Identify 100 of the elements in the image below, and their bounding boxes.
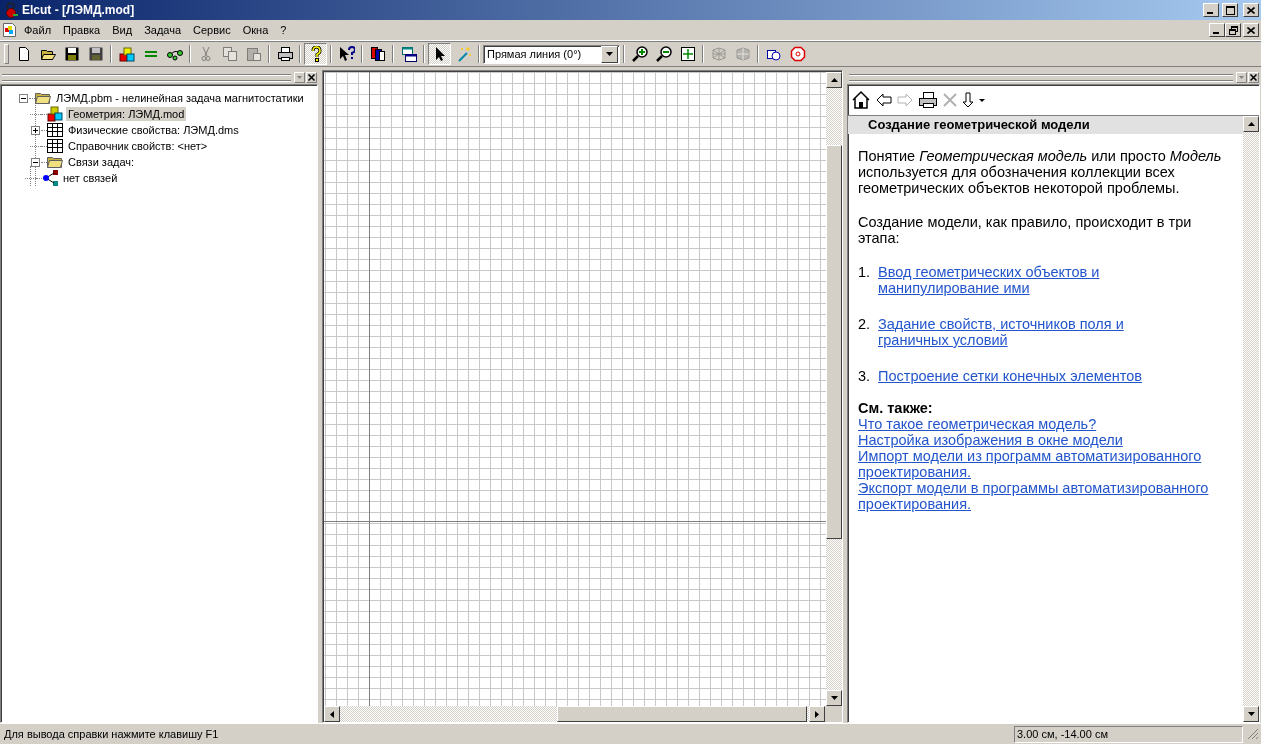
close-button[interactable]: [1243, 3, 1259, 17]
minimize-button[interactable]: [1203, 3, 1219, 17]
windows-icon: [400, 46, 417, 62]
blocks-icon: [47, 106, 63, 122]
help-link[interactable]: Ввод геометрических объектов и манипулирование ими: [878, 264, 1148, 296]
printer-icon: [276, 46, 293, 62]
zoom-in-icon: [631, 46, 648, 62]
link-nodes-icon: [42, 170, 58, 186]
close-icon: [1250, 73, 1257, 81]
scroll-down-button[interactable]: [826, 690, 842, 706]
restore-button[interactable]: [1225, 23, 1241, 37]
help-link[interactable]: Импорт модели из программ автоматизированного проектирования.: [858, 448, 1233, 480]
folder-icon: [47, 154, 63, 170]
vertical-scrollbar[interactable]: [826, 72, 842, 706]
help-link[interactable]: Построение сетки конечных элементов: [878, 368, 1148, 384]
maximize-icon: [1225, 5, 1235, 15]
menu-item[interactable]: Задача: [138, 22, 188, 38]
panel-menu-button[interactable]: [294, 71, 305, 83]
help-link[interactable]: Задание свойств, источников поля и граничных условий: [878, 316, 1148, 348]
menu-item[interactable]: ?: [274, 22, 293, 38]
dropdown-arrow-icon: [606, 52, 613, 56]
menu-item[interactable]: Окна: [236, 22, 275, 38]
menu-item[interactable]: Вид: [106, 22, 139, 38]
cross-icon: [943, 93, 957, 107]
maximize-button[interactable]: [1222, 3, 1238, 17]
step-number: 3.: [858, 368, 872, 384]
folder-icon: [35, 90, 51, 106]
mesh-icon: [734, 46, 751, 62]
octagon-icon: [789, 46, 806, 62]
toolbar-button[interactable]: [304, 43, 327, 65]
help-toolbar-button[interactable]: [876, 93, 892, 107]
panel-menu-button[interactable]: [1236, 71, 1247, 83]
help-link[interactable]: Настройка изображения в окне модели: [858, 432, 1123, 448]
scroll-down-icon: [830, 696, 838, 700]
step-number: 1.: [858, 264, 872, 282]
close-button[interactable]: [1243, 23, 1259, 37]
dropdown-arrow-icon: [297, 75, 302, 79]
tree-item[interactable]: нет связей: [61, 171, 120, 185]
overlapping-rectangles-icon: [369, 46, 386, 62]
help-toolbar-button[interactable]: [851, 90, 871, 110]
help-link[interactable]: Экспорт модели в программы автоматизированного проектирования.: [858, 480, 1233, 512]
menu-item[interactable]: Файл: [18, 22, 58, 38]
menu-item[interactable]: Правка: [57, 22, 107, 38]
tree-item[interactable]: Физические свойства: ЛЭМД.dms: [66, 123, 241, 137]
zoom-out-icon: [655, 46, 672, 62]
home-icon: [851, 90, 871, 110]
restore-icon: [1228, 25, 1238, 35]
zoom-fit-icon: [679, 46, 696, 62]
scroll-right-icon: [815, 710, 819, 718]
help-toolbar-button[interactable]: [918, 91, 938, 109]
horizontal-scrollbar[interactable]: [324, 706, 825, 722]
scroll-up-icon: [830, 78, 838, 82]
vertical-scrollbar[interactable]: [1243, 116, 1259, 722]
panel-close-button[interactable]: [1248, 71, 1259, 83]
printer-icon: [918, 91, 938, 109]
scroll-up-button[interactable]: [826, 72, 842, 88]
table-icon: [47, 138, 63, 154]
expand-button[interactable]: [31, 125, 40, 135]
scroll-left-button[interactable]: [324, 706, 340, 722]
clipboard-icon: [245, 46, 262, 62]
back-arrow-icon: [876, 93, 892, 107]
close-icon: [1247, 6, 1255, 14]
close-icon: [1247, 26, 1255, 34]
status-message: Для вывода справки нажмите клавишу F1: [4, 728, 220, 740]
line-type-dropdown[interactable]: Прямая линия (0°): [483, 44, 620, 64]
see-also-title: См. также:: [858, 400, 934, 416]
help-toolbar-button[interactable]: [962, 92, 974, 108]
document-icon: [2, 22, 18, 38]
collapse-button[interactable]: [19, 93, 28, 103]
tree-item[interactable]: Геометрия: ЛЭМД.mod: [66, 107, 187, 121]
table-icon: [47, 122, 63, 138]
panel-close-button[interactable]: [306, 71, 317, 83]
collapse-button[interactable]: [31, 157, 40, 167]
scroll-up-button[interactable]: [1243, 116, 1259, 132]
window-title: Elcut - [ЛЭМД.mod]: [22, 3, 136, 17]
menu-item[interactable]: Сервис: [187, 22, 237, 38]
scroll-thumb[interactable]: [826, 145, 842, 539]
help-paragraph: Создание модели, как правило, происходит в три этапа:: [858, 214, 1193, 246]
scroll-down-button[interactable]: [1243, 706, 1259, 722]
step-number: 2.: [858, 316, 872, 334]
scroll-thumb[interactable]: [557, 706, 807, 722]
toolbar-button[interactable]: [428, 43, 451, 65]
close-icon: [308, 73, 315, 81]
scroll-down-icon: [1247, 712, 1255, 716]
copy-icon: [221, 46, 238, 62]
down-arrow-icon: [962, 92, 974, 108]
coordinates-readout: 3.00 см, -14.00 см: [1014, 725, 1243, 743]
tree-item[interactable]: Связи задач:: [66, 155, 137, 169]
minimize-button[interactable]: [1209, 23, 1225, 37]
mesh-icon: [710, 46, 727, 62]
resize-grip-icon: [1247, 728, 1259, 740]
scroll-right-button[interactable]: [809, 706, 825, 722]
caret-icon: [979, 98, 985, 102]
help-link[interactable]: Что такое геометрическая модель?: [858, 416, 1097, 432]
scroll-left-icon: [330, 710, 334, 718]
help-toolbar-button[interactable]: [979, 98, 985, 102]
help-heading: Создание геометрической модели: [848, 116, 1243, 134]
scroll-up-icon: [1247, 122, 1255, 126]
tree-item[interactable]: Справочник свойств: <нет>: [66, 139, 210, 153]
tree-item[interactable]: ЛЭМД.pbm - нелинейная задача магнитостатики: [54, 91, 306, 105]
